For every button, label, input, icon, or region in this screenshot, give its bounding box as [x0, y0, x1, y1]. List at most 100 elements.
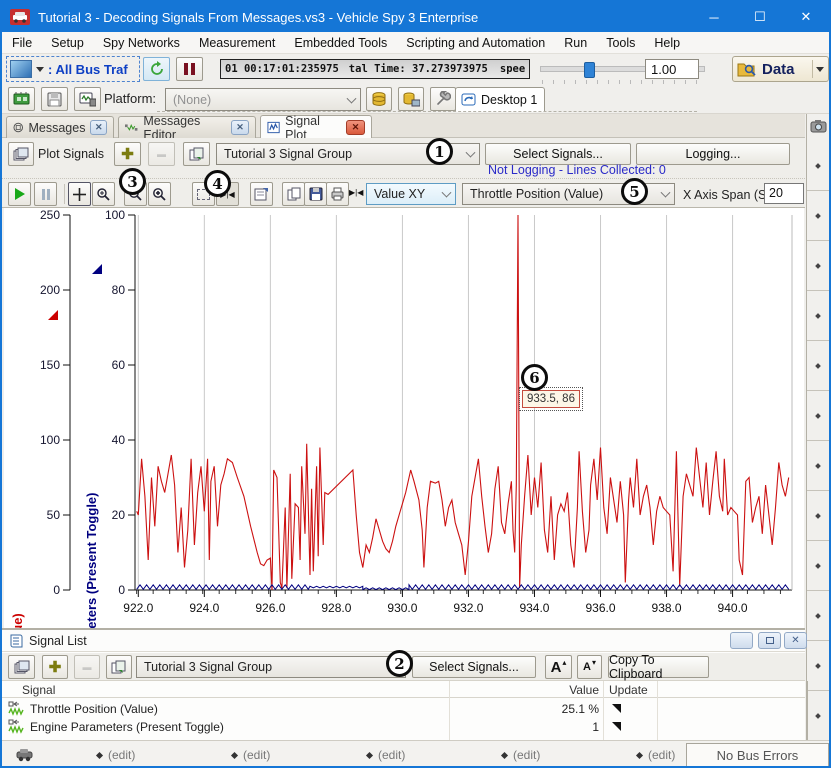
plot-mode-select[interactable]: Value XY — [366, 183, 456, 205]
status-edit-slot[interactable]: (edit) — [367, 748, 405, 762]
platform-config-button[interactable] — [74, 87, 101, 111]
panel-close-button[interactable]: ✕ — [784, 632, 807, 649]
menu-embedded-tools[interactable]: Embedded Tools — [294, 36, 387, 50]
status-edit-slot[interactable]: (edit) — [502, 748, 540, 762]
select-signals-button[interactable]: Select Signals... — [412, 656, 536, 678]
maximize-button[interactable]: ☐ — [737, 2, 783, 32]
zoom-in-button[interactable] — [148, 182, 171, 206]
database-pc-button[interactable] — [398, 87, 424, 111]
tab-signal-plot[interactable]: Signal Plot ✕ — [260, 115, 372, 139]
menu-help[interactable]: Help — [654, 36, 680, 50]
pause-button[interactable] — [176, 57, 203, 81]
bus-filter-control[interactable]: : All Bus Traf — [6, 56, 140, 82]
dock-panel-handle[interactable] — [807, 641, 829, 691]
select-signals-button[interactable]: Select Signals... — [485, 143, 631, 165]
tab-desktop-1[interactable]: Desktop 1 — [455, 87, 545, 112]
dock-dot-icon — [815, 513, 821, 519]
close-button[interactable]: ✕ — [783, 2, 829, 32]
data-button[interactable]: Data — [732, 56, 829, 82]
table-row[interactable]: Throttle Position (Value)25.1 % — [2, 700, 805, 718]
status-edit-slot[interactable]: (edit) — [232, 748, 270, 762]
cursor-tooltip: 933.5, 86 — [522, 390, 580, 408]
panel-menu-button[interactable] — [730, 632, 753, 649]
chart-canvas[interactable]: 922.0924.0926.0928.0930.0932.0934.0936.0… — [4, 208, 804, 628]
menu-tools[interactable]: Tools — [606, 36, 635, 50]
tab-close-button[interactable]: ✕ — [90, 120, 107, 135]
copy-group-button[interactable] — [183, 142, 210, 166]
menu-spy-networks[interactable]: Spy Networks — [103, 36, 180, 50]
camera-icon[interactable] — [810, 118, 828, 134]
signal-list-menu-button[interactable] — [8, 655, 35, 679]
red-tick-label: 250 — [40, 208, 60, 222]
add-plot-button[interactable]: ✚ — [114, 142, 141, 166]
dock-panel-handle[interactable] — [807, 391, 829, 441]
logging-button[interactable]: Logging... — [636, 143, 790, 165]
database-button[interactable] — [366, 87, 392, 111]
minus-icon: ▬ — [157, 149, 166, 159]
x-axis-span-input[interactable]: 20 — [764, 183, 804, 204]
dock-panel-handle[interactable] — [807, 191, 829, 241]
minimize-button[interactable]: ─ — [691, 2, 737, 32]
tab-close-button[interactable]: ✕ — [346, 120, 365, 135]
dock-panel-handle[interactable] — [807, 291, 829, 341]
plot-pause-button[interactable] — [34, 182, 57, 206]
pan-mode-button[interactable] — [68, 182, 91, 206]
chevron-down-icon[interactable] — [816, 67, 824, 72]
dock-panel-handle[interactable] — [807, 591, 829, 641]
status-edit-slot[interactable]: (edit) — [97, 748, 135, 762]
font-bigger-button[interactable]: A▴ — [545, 655, 572, 679]
speed-value-input[interactable]: 1.00 — [645, 59, 699, 79]
plot-signals-menu-button[interactable] — [8, 142, 34, 166]
menu-scripting-and-automation[interactable]: Scripting and Automation — [406, 36, 545, 50]
dock-panel-handle[interactable] — [807, 341, 829, 391]
plot-copy-button[interactable] — [282, 182, 305, 206]
plot-properties-button[interactable] — [250, 182, 273, 206]
bus-filter-icon — [10, 60, 32, 78]
tab-messages[interactable]: Messages ✕ — [6, 116, 114, 138]
column-header-signal[interactable]: Signal — [22, 683, 55, 697]
dock-panel-handle[interactable] — [807, 141, 829, 191]
panel-restore-button[interactable] — [758, 632, 781, 649]
blue-tick-label: 60 — [112, 358, 126, 372]
edit-label: (edit) — [513, 748, 540, 762]
hardware-button[interactable] — [8, 87, 35, 111]
column-header-update[interactable]: Update — [609, 683, 648, 697]
copy-to-clipboard-button[interactable]: Copy To Clipboard — [608, 656, 709, 678]
dock-panel-handle[interactable] — [807, 441, 829, 491]
save-setup-button[interactable] — [41, 87, 68, 111]
tab-close-button[interactable]: ✕ — [231, 120, 249, 135]
column-header-value[interactable]: Value — [519, 683, 599, 697]
platform-select[interactable]: (None) — [165, 88, 361, 111]
signal-plot-chart[interactable]: 922.0924.0926.0928.0930.0932.0934.0936.0… — [4, 208, 804, 628]
slider-thumb[interactable] — [584, 62, 595, 78]
fit-x-axis-icon[interactable]: ▶|◀ — [349, 188, 363, 197]
dock-panel-handle[interactable] — [807, 241, 829, 291]
menu-file[interactable]: File — [12, 36, 32, 50]
font-increase-icon: A — [551, 659, 562, 676]
dock-panel-handle[interactable] — [807, 541, 829, 591]
signal-group-select[interactable]: Tutorial 3 Signal Group — [136, 656, 406, 678]
add-signal-group-button[interactable]: ✚ — [42, 655, 68, 679]
blue-tick-label: 40 — [112, 433, 126, 447]
menu-measurement[interactable]: Measurement — [199, 36, 275, 50]
remove-signal-group-button[interactable]: ▬ — [74, 655, 100, 679]
status-edit-slot[interactable]: (edit) — [637, 748, 675, 762]
print-icon — [330, 187, 345, 201]
signal-waveform-icon — [8, 701, 25, 716]
tools-button[interactable] — [430, 87, 456, 111]
zoom-mode-button[interactable] — [92, 182, 115, 206]
dock-panel-handle[interactable] — [807, 491, 829, 541]
refresh-button[interactable] — [143, 57, 170, 81]
menu-setup[interactable]: Setup — [51, 36, 84, 50]
remove-plot-button[interactable]: ▬ — [148, 142, 175, 166]
plot-save-button[interactable] — [304, 182, 327, 206]
font-smaller-button[interactable]: A▾ — [577, 655, 602, 679]
table-row[interactable]: Engine Parameters (Present Toggle)1 — [2, 718, 805, 736]
copy-group-button[interactable] — [106, 655, 132, 679]
menu-run[interactable]: Run — [564, 36, 587, 50]
signal-name: Throttle Position (Value) — [30, 702, 158, 716]
dock-panel-handle[interactable] — [807, 691, 829, 741]
plot-play-button[interactable] — [8, 182, 31, 206]
tab-messages-editor[interactable]: Messages Editor ✕ — [118, 116, 256, 138]
plot-print-button[interactable] — [326, 182, 349, 206]
